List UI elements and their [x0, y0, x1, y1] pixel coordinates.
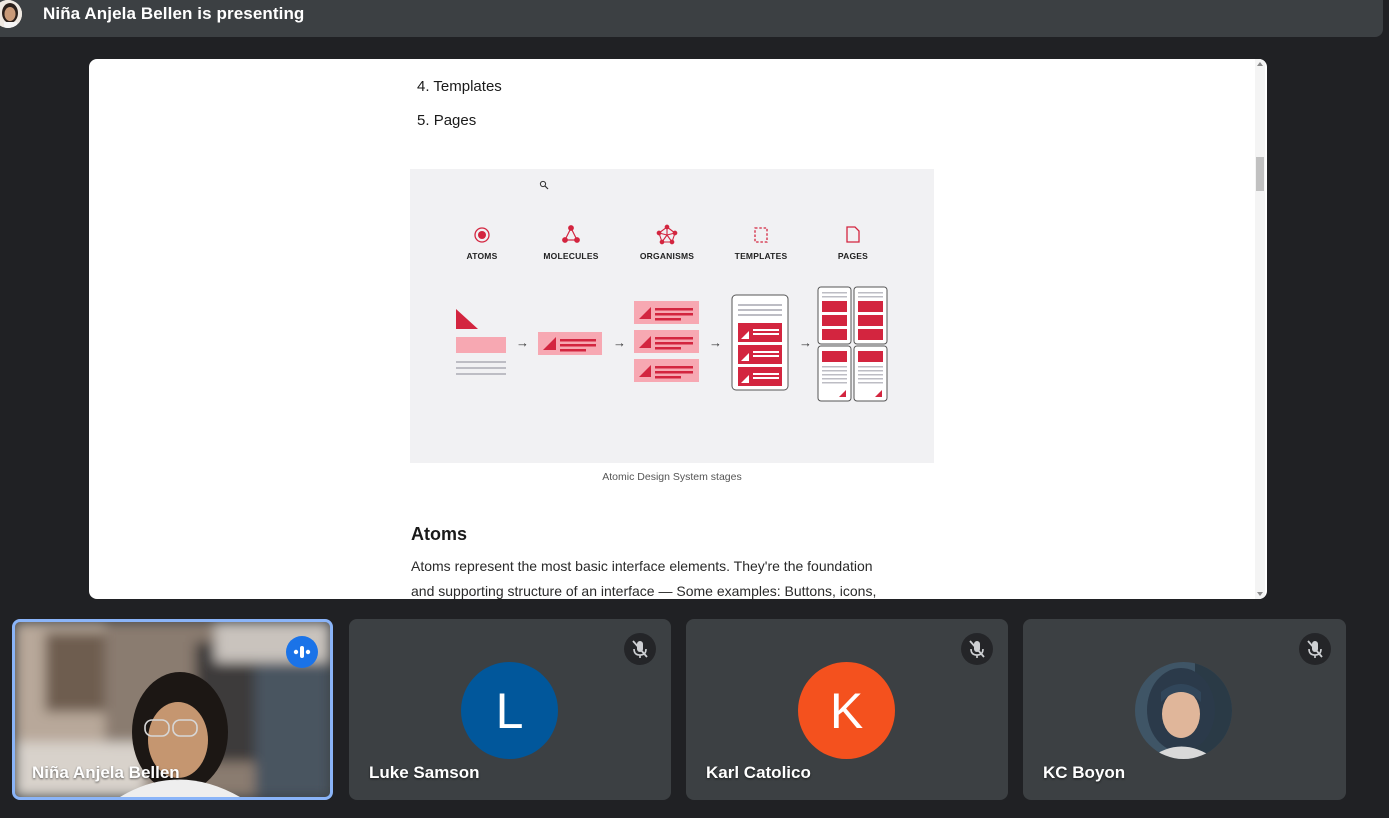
templates-icon: [754, 227, 768, 243]
shared-screen: 4. Templates 5. Pages → → → → ATOMS MOLE…: [89, 59, 1267, 599]
scroll-thumb[interactable]: [1256, 157, 1264, 191]
scroll-down-arrow-icon[interactable]: [1257, 592, 1263, 596]
mic-off-icon: [961, 633, 993, 665]
pages-frames: [817, 286, 888, 402]
document-scrollbar[interactable]: [1255, 59, 1265, 599]
svg-text:→: →: [709, 335, 722, 350]
scroll-up-arrow-icon[interactable]: [1257, 62, 1263, 66]
organism-blocks: [634, 301, 699, 382]
presenter-avatar: [0, 0, 22, 28]
molecules-icon: [562, 225, 580, 243]
svg-text:→: →: [516, 335, 529, 350]
svg-text:→: →: [799, 335, 812, 350]
pages-icon: [846, 226, 860, 243]
list-number: 5.: [417, 112, 430, 129]
presenting-bar: Niña Anjela Bellen is presenting: [0, 0, 1383, 37]
participant-name: Karl Catolico: [706, 763, 811, 782]
participant-tile-karl-catolico[interactable]: K Karl Catolico: [686, 619, 1008, 800]
template-frame: [731, 294, 789, 391]
list-label: Templates: [433, 78, 502, 95]
stage-label-pages: PAGES: [837, 251, 869, 261]
participant-tile-presenter[interactable]: Niña Anjela Bellen: [12, 619, 333, 800]
stage-label-atoms: ATOMS: [466, 251, 498, 261]
participant-tile-luke-samson[interactable]: L Luke Samson: [349, 619, 671, 800]
shared-document: 4. Templates 5. Pages → → → → ATOMS MOLE…: [410, 59, 935, 599]
avatar: K: [798, 662, 895, 759]
speaking-indicator-icon: [286, 636, 318, 668]
atomic-design-figure: → → → → ATOMS MOLECULES ORGANISMS TEMPLA…: [410, 169, 934, 463]
presenting-title: Niña Anjela Bellen is presenting: [43, 4, 305, 23]
paragraph-line: and supporting structure of an interface…: [411, 582, 877, 599]
participant-name: Luke Samson: [369, 763, 480, 782]
paragraph-line: Atoms represent the most basic interface…: [411, 558, 873, 574]
stage-label-molecules: MOLECULES: [543, 251, 599, 261]
participant-name: Niña Anjela Bellen: [32, 763, 180, 782]
avatar-photo: [1135, 662, 1232, 759]
cropped-line: [418, 59, 478, 67]
atoms-icon: [474, 227, 490, 243]
participant-tile-kc-boyon[interactable]: KC Boyon: [1023, 619, 1346, 800]
organisms-icon: [656, 224, 678, 245]
list-item-templates: 4. Templates: [417, 78, 502, 95]
list-label: Pages: [433, 112, 477, 129]
zoom-cursor-icon: [539, 180, 549, 190]
section-heading: Atoms: [411, 524, 468, 544]
list-item-pages: 5. Pages: [417, 112, 476, 129]
figure-graphic: → → → →: [456, 180, 888, 402]
participant-name: KC Boyon: [1043, 763, 1126, 782]
list-number: 4.: [417, 78, 430, 95]
section-paragraph: Atoms represent the most basic interface…: [411, 554, 931, 599]
stage-label-templates: TEMPLATES: [734, 251, 788, 261]
stage-label-organisms: ORGANISMS: [639, 251, 695, 261]
svg-text:→: →: [613, 335, 626, 350]
mic-off-icon: [1299, 633, 1331, 665]
avatar: L: [461, 662, 558, 759]
figure-caption: Atomic Design System stages: [602, 471, 742, 483]
mic-off-icon: [624, 633, 656, 665]
